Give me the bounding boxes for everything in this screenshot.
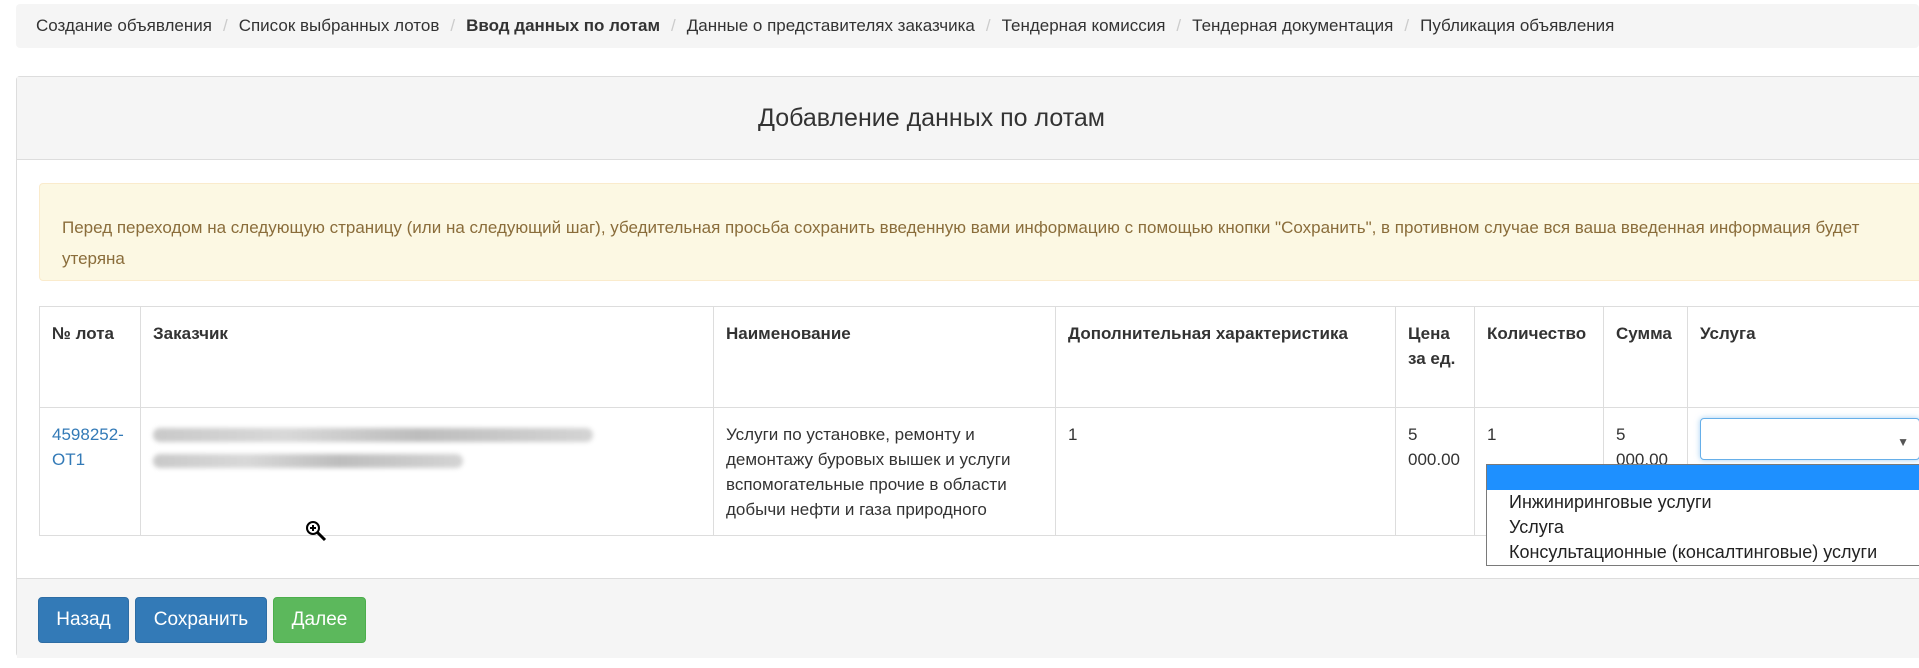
header-unit-price: Цена за ед. (1395, 306, 1475, 408)
back-button[interactable]: Назад (38, 597, 129, 643)
header-customer: Заказчик (140, 306, 714, 408)
breadcrumb-separator: / (1404, 16, 1410, 35)
header-additional-characteristic: Дополнительная характеристика (1055, 306, 1396, 408)
lot-data-panel: Добавление данных по лотам Перед переход… (16, 76, 1919, 658)
breadcrumb-tender-commission[interactable]: Тендерная комиссия (1002, 16, 1166, 36)
breadcrumb-tender-documentation[interactable]: Тендерная документация (1192, 16, 1393, 36)
redacted-text (153, 454, 463, 468)
cell-lot-number: 4598252-ОТ1 (39, 407, 141, 536)
breadcrumb-create-announcement[interactable]: Создание объявления (36, 16, 212, 36)
save-warning-alert: Перед переходом на следующую страницу (и… (39, 183, 1919, 281)
service-select[interactable]: ▼ (1700, 418, 1919, 460)
next-button[interactable]: Далее (273, 597, 366, 643)
breadcrumb-lot-data-entry: Ввод данных по лотам (466, 16, 661, 35)
breadcrumb-separator: / (222, 16, 228, 35)
header-quantity: Количество (1474, 306, 1604, 408)
chevron-down-icon: ▼ (1897, 435, 1909, 449)
breadcrumb-separator: / (450, 16, 456, 35)
save-button[interactable]: Сохранить (135, 597, 267, 643)
breadcrumb-separator: / (1176, 16, 1182, 35)
zoom-in-icon (306, 521, 327, 542)
panel-footer: Назад Сохранить Далее (17, 578, 1919, 658)
header-service: Услуга (1687, 306, 1919, 408)
redacted-text (153, 428, 593, 442)
header-name: Наименование (713, 306, 1056, 408)
cell-unit-price: 5 000.00 (1395, 407, 1475, 536)
service-option-engineering[interactable]: Инжиниринговые услуги (1487, 490, 1919, 515)
lot-number-link[interactable]: 4598252-ОТ1 (52, 425, 124, 469)
cell-additional-characteristic: 1 (1055, 407, 1396, 536)
header-lot-number: № лота (39, 306, 141, 408)
panel-title: Добавление данных по лотам (17, 77, 1919, 160)
breadcrumb: Создание объявления / Список выбранных л… (16, 4, 1919, 48)
cell-name: Услуги по установке, ремонту и демонтажу… (713, 407, 1056, 536)
service-option-service[interactable]: Услуга (1487, 515, 1919, 540)
service-option-empty[interactable] (1487, 465, 1919, 490)
breadcrumb-publish-announcement[interactable]: Публикация объявления (1420, 16, 1614, 36)
table-header-row: № лота Заказчик Наименование Дополнитель… (39, 306, 1919, 408)
breadcrumb-separator: / (671, 16, 676, 35)
breadcrumb-customer-representatives[interactable]: Данные о представителях заказчика (687, 16, 975, 36)
breadcrumb-selected-lots[interactable]: Список выбранных лотов (239, 16, 440, 36)
header-sum: Сумма (1603, 306, 1688, 408)
service-dropdown-list: Инжиниринговые услуги Услуга Консультаци… (1486, 464, 1919, 566)
breadcrumb-separator: / (985, 16, 991, 35)
service-option-consulting[interactable]: Консультационные (консалтинговые) услуги (1487, 540, 1919, 565)
cell-customer-redacted (140, 407, 714, 536)
